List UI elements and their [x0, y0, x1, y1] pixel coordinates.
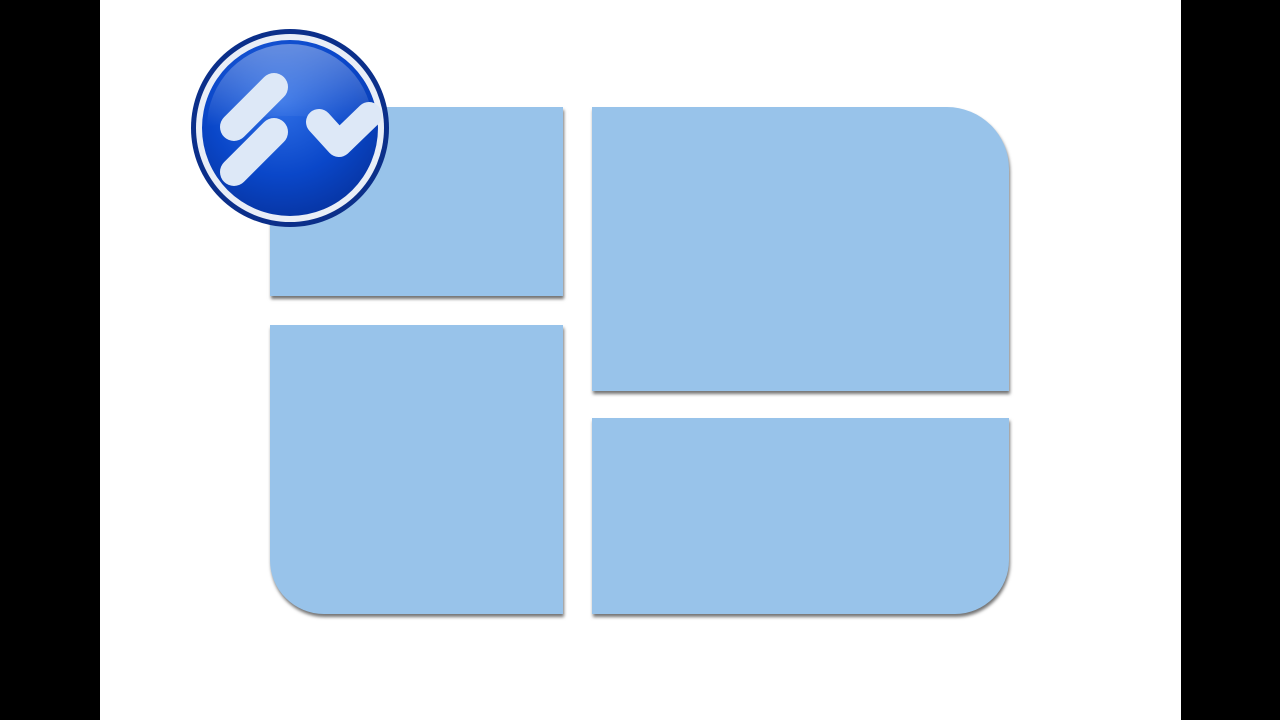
windows-logo-pane-bottom-left — [270, 325, 563, 614]
image-canvas — [100, 0, 1181, 720]
letterbox-left — [0, 0, 100, 720]
site-logo-badge-icon — [189, 27, 391, 229]
windows-logo-pane-bottom-right — [592, 418, 1009, 614]
letterbox-right — [1181, 0, 1280, 720]
windows-logo-pane-top-right — [592, 107, 1009, 391]
screen — [0, 0, 1280, 720]
